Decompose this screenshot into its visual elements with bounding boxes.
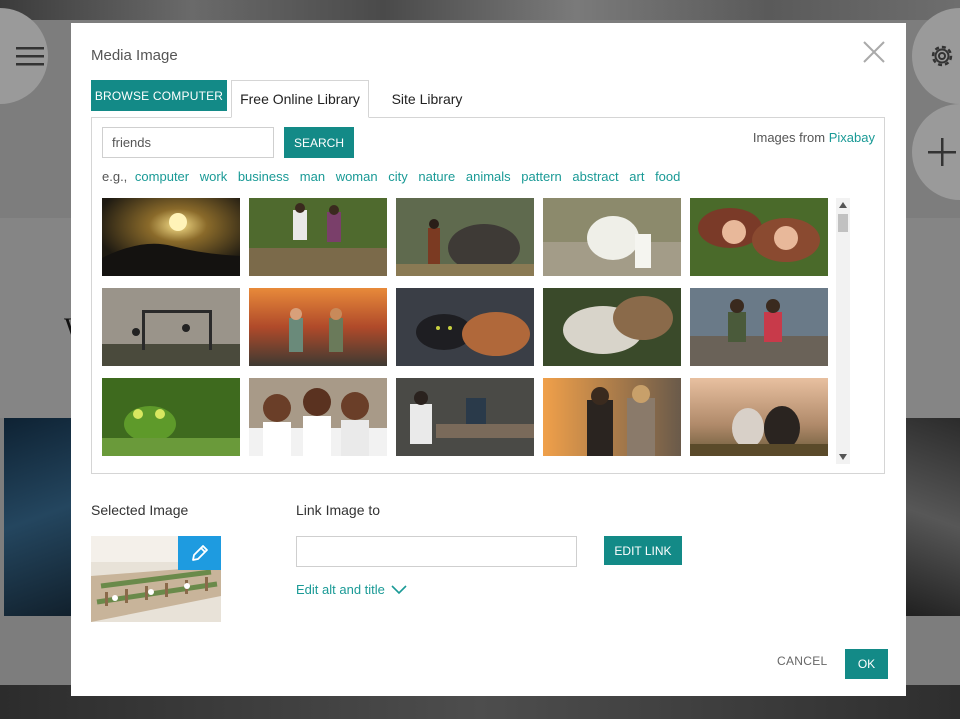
scroll-down-arrow[interactable]: [836, 450, 850, 464]
result-image[interactable]: [249, 288, 387, 366]
chevron-down-icon: [391, 584, 407, 594]
result-image[interactable]: [543, 378, 681, 456]
search-input[interactable]: [102, 127, 274, 158]
free-library-panel: SEARCH Images from Pixabay e.g., compute…: [91, 117, 885, 474]
pixabay-link[interactable]: Pixabay: [829, 130, 875, 145]
close-button[interactable]: [861, 39, 887, 65]
suggestion-animals[interactable]: animals: [466, 169, 511, 184]
image-results-grid: [102, 198, 832, 464]
suggestion-computer[interactable]: computer: [135, 169, 189, 184]
suggestion-business[interactable]: business: [238, 169, 289, 184]
suggestion-city[interactable]: city: [388, 169, 408, 184]
result-image[interactable]: [543, 198, 681, 276]
result-image[interactable]: [690, 378, 828, 456]
result-image[interactable]: [102, 288, 240, 366]
result-image[interactable]: [690, 198, 828, 276]
link-url-input[interactable]: [296, 536, 577, 567]
tab-free-online-library[interactable]: Free Online Library: [231, 80, 369, 118]
suggestion-food[interactable]: food: [655, 169, 680, 184]
background-photo-right: [900, 418, 960, 616]
image-source-prefix: Images from: [752, 130, 826, 145]
link-image-label: Link Image to: [296, 502, 381, 518]
image-source-note: Images from Pixabay: [753, 130, 875, 145]
hamburger-icon: [16, 47, 44, 66]
selected-image-label: Selected Image: [91, 502, 189, 518]
ok-button[interactable]: OK: [845, 649, 888, 679]
result-image[interactable]: [396, 288, 534, 366]
suggestion-pattern[interactable]: pattern: [521, 169, 561, 184]
result-image[interactable]: [543, 288, 681, 366]
pencil-icon: [191, 545, 208, 561]
result-image[interactable]: [690, 288, 828, 366]
edit-alt-title-label: Edit alt and title: [296, 582, 385, 597]
background-photo-left: [4, 418, 74, 616]
tab-site-library[interactable]: Site Library: [371, 80, 483, 117]
plus-icon: [928, 138, 956, 166]
close-icon: [863, 41, 885, 63]
result-image[interactable]: [249, 198, 387, 276]
result-image[interactable]: [396, 378, 534, 456]
scroll-up-arrow[interactable]: [836, 198, 850, 212]
edit-link-button[interactable]: EDIT LINK: [604, 536, 682, 565]
suggestion-man[interactable]: man: [300, 169, 325, 184]
suggestion-abstract[interactable]: abstract: [572, 169, 618, 184]
search-suggestions: e.g., computer work business man woman c…: [102, 169, 687, 184]
media-image-dialog: Media Image BROWSE COMPUTER Free Online …: [71, 23, 906, 696]
edit-alt-title-toggle[interactable]: Edit alt and title: [296, 582, 407, 597]
triangle-up-icon: [839, 202, 847, 208]
suggestion-woman[interactable]: woman: [336, 169, 378, 184]
scroll-thumb[interactable]: [838, 214, 848, 232]
result-image[interactable]: [396, 198, 534, 276]
tab-browse-computer[interactable]: BROWSE COMPUTER: [91, 80, 227, 111]
suggestion-nature[interactable]: nature: [418, 169, 455, 184]
triangle-down-icon: [839, 454, 847, 460]
result-image[interactable]: [249, 378, 387, 456]
suggestion-art[interactable]: art: [629, 169, 644, 184]
results-scrollbar[interactable]: [836, 198, 850, 464]
dialog-title: Media Image: [91, 47, 178, 64]
suggestions-prefix: e.g.,: [102, 169, 128, 184]
edit-image-button[interactable]: [178, 536, 221, 570]
search-button[interactable]: SEARCH: [284, 127, 354, 158]
result-image[interactable]: [102, 378, 240, 456]
cancel-button[interactable]: CANCEL: [777, 654, 827, 668]
background-header-strip: [0, 0, 960, 20]
suggestion-work[interactable]: work: [200, 169, 227, 184]
gear-icon: [931, 45, 953, 67]
result-image[interactable]: [102, 198, 240, 276]
